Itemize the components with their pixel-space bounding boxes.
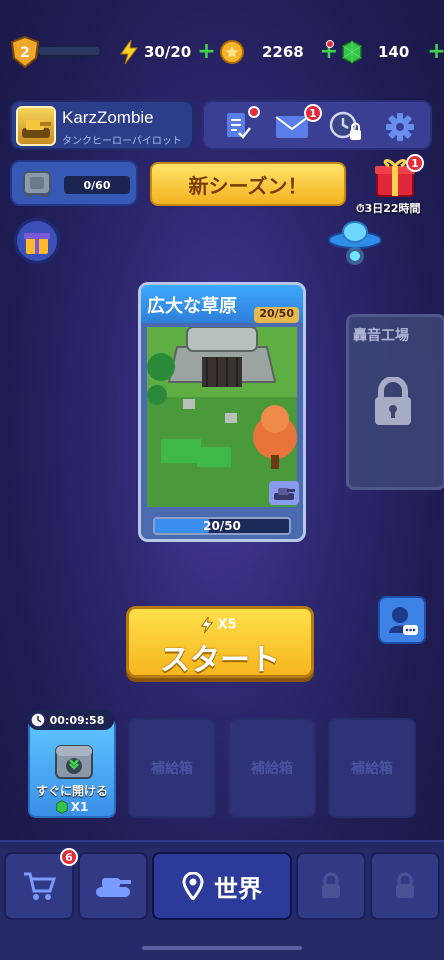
quest-button[interactable] xyxy=(222,106,260,142)
mail-badge: 1 xyxy=(304,104,322,122)
quest-notice-dot xyxy=(248,106,260,118)
lightning-icon xyxy=(200,616,214,634)
supply-slot-2[interactable]: 補給箱 xyxy=(228,718,316,818)
shop-badge: 6 xyxy=(60,848,78,866)
home-indicator xyxy=(142,946,302,950)
gem-value: 140 xyxy=(378,43,410,61)
gift-badge: 1 xyxy=(406,154,424,172)
tank-icon xyxy=(22,120,51,138)
energy-plus-icon[interactable]: + xyxy=(197,41,215,63)
stage-progress-fill xyxy=(155,519,209,533)
nav-world[interactable]: 世界 xyxy=(152,852,292,920)
level-badge[interactable]: 2 xyxy=(10,36,40,68)
lightning-icon xyxy=(120,40,138,64)
safe-icon xyxy=(23,171,51,197)
nav-locked-1[interactable] xyxy=(296,852,366,920)
coin-notice-dot xyxy=(326,40,334,48)
checklist-icon xyxy=(227,113,251,139)
player-card[interactable]: KarzZombie タンクヒーローパイロット xyxy=(10,100,194,150)
present-icon xyxy=(24,233,50,254)
chest-timer: 00:09:58 xyxy=(28,710,114,730)
lock-icon xyxy=(322,872,340,898)
shield-icon: 2 xyxy=(10,36,40,68)
stage-card[interactable]: 広大な草原 20/50 20/50 xyxy=(138,282,306,542)
stopwatch-icon xyxy=(30,712,46,728)
headset-icon xyxy=(389,607,418,635)
player-title: タンクヒーローパイロット xyxy=(62,136,182,147)
open-now-label: すぐに開ける xyxy=(35,784,108,798)
cart-icon xyxy=(24,872,56,900)
stage-next-name: 轟音工場 xyxy=(353,328,409,344)
start-cost-value: X5 xyxy=(217,617,237,633)
grassland-scene xyxy=(147,326,297,507)
ufo-event-button[interactable] xyxy=(326,212,384,268)
coin-counter: 2268 + xyxy=(220,38,338,66)
mail-button[interactable]: 1 xyxy=(274,104,322,142)
stage-card-locked[interactable]: 轟音工場 xyxy=(346,314,444,490)
nav-locked-2[interactable] xyxy=(370,852,440,920)
tank-icon xyxy=(96,878,131,897)
support-button[interactable] xyxy=(378,596,426,644)
start-cost: X5 xyxy=(200,616,237,634)
stage-name: 広大な草原 xyxy=(147,296,237,317)
gem-counter: 140 + xyxy=(342,38,444,66)
supply-chest-active[interactable]: すぐに開ける X1 xyxy=(28,718,116,818)
stage-progress-text: 20/50 xyxy=(203,519,241,533)
supply-slot-1[interactable]: 補給箱 xyxy=(128,718,216,818)
clock-lock-icon xyxy=(329,111,361,140)
stage-count: 20/50 xyxy=(254,307,299,323)
gem-plus-icon[interactable]: + xyxy=(427,41,444,63)
nav-tanks[interactable] xyxy=(78,852,148,920)
chest-icon xyxy=(55,745,93,779)
top-icon-bar: 1 xyxy=(202,100,432,150)
mail-icon xyxy=(275,116,309,138)
settings-button[interactable] xyxy=(384,111,416,143)
gift-button[interactable]: 1 xyxy=(370,152,424,200)
energy-counter: 30/20 + xyxy=(120,38,216,66)
lock-icon xyxy=(375,377,411,425)
gem-icon xyxy=(342,40,362,64)
stage-scene xyxy=(147,326,297,507)
nav-world-label: 世界 xyxy=(214,874,262,903)
energy-value: 30/20 xyxy=(144,43,192,61)
gear-icon xyxy=(386,113,414,141)
level-number: 2 xyxy=(20,45,30,61)
map-pin-icon xyxy=(182,872,204,900)
supply-slot-3[interactable]: 補給箱 xyxy=(328,718,416,818)
new-season-banner[interactable]: 新シーズン！ xyxy=(150,162,346,206)
open-gem-cost: X1 xyxy=(30,800,114,814)
lock-icon xyxy=(396,872,414,898)
ufo-icon xyxy=(328,221,382,265)
stage-boss-icon xyxy=(269,481,299,505)
avatar xyxy=(16,106,56,146)
history-button[interactable] xyxy=(328,110,364,144)
gem-cost-value: X1 xyxy=(70,800,89,814)
tank-icon xyxy=(274,488,295,500)
stage-progress-bar: 20/50 xyxy=(153,517,291,535)
xp-bar xyxy=(36,45,102,57)
coin-icon xyxy=(220,40,244,64)
start-button[interactable]: X5 スタート xyxy=(126,606,314,678)
promo-gift-button[interactable] xyxy=(14,218,60,264)
player-name: KarzZombie xyxy=(62,108,154,127)
vault-button[interactable]: 0/60 xyxy=(10,160,138,206)
coin-value: 2268 xyxy=(262,43,304,61)
chest-timer-text: 00:09:58 xyxy=(49,713,105,727)
start-label: スタート xyxy=(160,643,280,678)
vault-progress: 0/60 xyxy=(64,176,130,194)
gem-icon xyxy=(56,800,68,814)
nav-shop[interactable]: 6 xyxy=(4,848,78,920)
